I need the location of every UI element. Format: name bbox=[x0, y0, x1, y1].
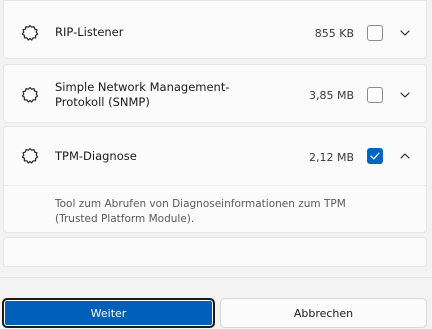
feature-card-partial[interactable] bbox=[3, 237, 427, 267]
puzzle-gear-icon bbox=[21, 147, 39, 164]
feature-size: 2,12 MB bbox=[308, 151, 354, 164]
feature-size: 3,85 MB bbox=[308, 89, 354, 102]
feature-name: Simple Network Management-Protokoll (SNM… bbox=[55, 80, 230, 109]
cancel-button[interactable]: Abbrechen bbox=[220, 298, 427, 328]
checkmark-icon bbox=[370, 152, 380, 160]
feature-card-rip-listener[interactable]: RIP-Listener 855 KB bbox=[3, 0, 427, 59]
feature-card-snmp[interactable]: Simple Network Management-Protokoll (SNM… bbox=[3, 64, 427, 123]
feature-card-tpm-diagnose[interactable]: TPM-Diagnose 2,12 MB Tool zum Abrufen vo… bbox=[3, 126, 427, 233]
feature-size: 855 KB bbox=[314, 27, 354, 40]
chevron-down-icon[interactable] bbox=[398, 26, 412, 40]
puzzle-gear-icon bbox=[21, 24, 39, 41]
feature-checkbox[interactable] bbox=[367, 25, 383, 41]
feature-name: TPM-Diagnose bbox=[55, 149, 137, 163]
puzzle-gear-icon bbox=[21, 86, 39, 103]
chevron-down-icon[interactable] bbox=[398, 88, 412, 102]
feature-name: RIP-Listener bbox=[55, 25, 124, 39]
chevron-up-icon[interactable] bbox=[398, 149, 412, 163]
feature-checkbox[interactable] bbox=[367, 87, 383, 103]
feature-description: Tool zum Abrufen von Diagnoseinformation… bbox=[55, 198, 346, 225]
feature-checkbox-checked[interactable] bbox=[367, 148, 383, 164]
dialog-footer: Weiter Abbrechen bbox=[0, 277, 432, 329]
feature-description-panel: Tool zum Abrufen von Diagnoseinformation… bbox=[4, 185, 426, 234]
next-button[interactable]: Weiter bbox=[2, 298, 215, 328]
